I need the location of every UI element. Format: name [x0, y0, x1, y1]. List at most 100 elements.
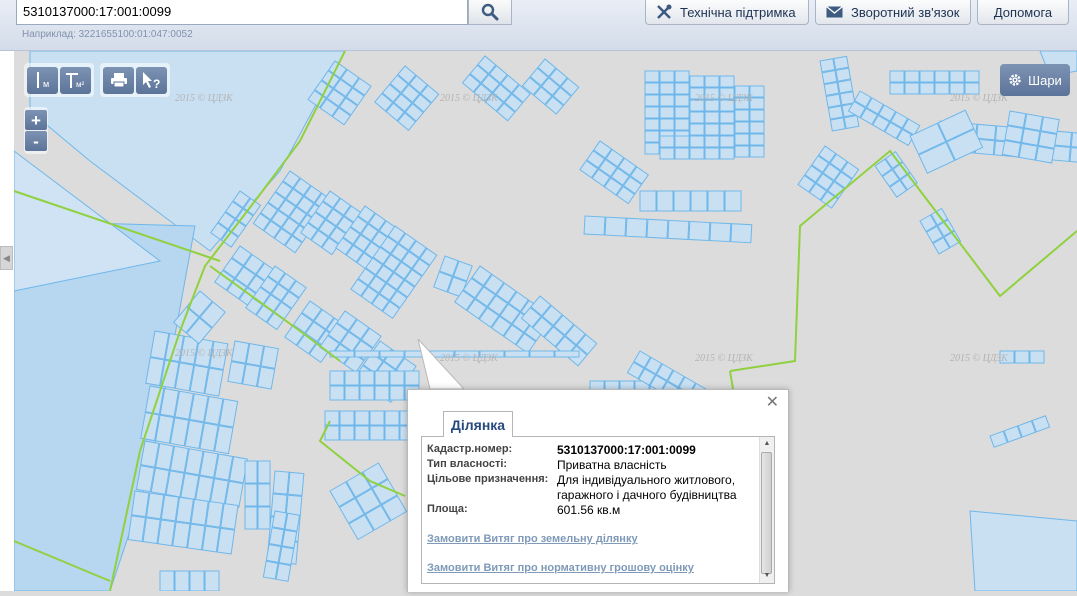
print-button[interactable]: [103, 66, 134, 94]
land-parcel[interactable]: [260, 345, 279, 369]
land-parcel[interactable]: [1035, 145, 1055, 164]
land-parcel[interactable]: [734, 145, 750, 158]
land-parcel[interactable]: [604, 216, 627, 237]
land-parcel[interactable]: [707, 190, 725, 212]
land-parcel[interactable]: [656, 190, 674, 212]
land-parcel[interactable]: [583, 215, 606, 236]
land-parcel[interactable]: [256, 366, 276, 390]
land-parcel[interactable]: [160, 494, 180, 522]
land-parcel[interactable]: [734, 109, 750, 122]
land-parcel[interactable]: [644, 82, 660, 95]
land-parcel[interactable]: [389, 385, 405, 401]
land-parcel[interactable]: [278, 546, 295, 566]
land-parcel[interactable]: [1006, 110, 1027, 129]
land-parcel[interactable]: [819, 58, 836, 73]
land-parcel[interactable]: [554, 350, 580, 358]
land-parcel[interactable]: [344, 385, 360, 401]
land-parcel[interactable]: [384, 410, 400, 426]
zoom-out-button[interactable]: -: [25, 131, 47, 151]
land-parcel[interactable]: [704, 135, 720, 148]
land-parcel[interactable]: [749, 121, 765, 134]
land-parcel[interactable]: [934, 82, 950, 95]
land-parcel[interactable]: [287, 471, 305, 496]
land-parcel[interactable]: [839, 91, 856, 106]
land-parcel[interactable]: [1069, 146, 1077, 164]
land-parcel[interactable]: [220, 502, 239, 530]
cadastre-search-input[interactable]: [17, 0, 469, 22]
land-parcel[interactable]: [1070, 132, 1077, 149]
land-parcel[interactable]: [889, 82, 905, 95]
land-parcel[interactable]: [157, 519, 176, 547]
land-parcel[interactable]: [142, 517, 161, 545]
land-parcel[interactable]: [529, 350, 555, 358]
land-parcel[interactable]: [172, 521, 191, 549]
land-parcel[interactable]: [919, 82, 935, 95]
land-parcel[interactable]: [674, 94, 690, 107]
land-parcel[interactable]: [689, 147, 705, 160]
land-parcel[interactable]: [690, 190, 708, 212]
land-parcel[interactable]: [749, 145, 765, 158]
land-parcel[interactable]: [674, 135, 690, 148]
land-parcel[interactable]: [369, 410, 385, 426]
land-parcel[interactable]: [674, 118, 690, 131]
land-parcel[interactable]: [704, 111, 720, 124]
scroll-thumb[interactable]: [761, 452, 772, 574]
land-parcel[interactable]: [159, 570, 175, 592]
land-parcel[interactable]: [843, 114, 860, 130]
land-parcel[interactable]: [329, 370, 345, 386]
land-parcel[interactable]: [1037, 131, 1058, 149]
land-parcel[interactable]: [749, 133, 765, 146]
land-parcel[interactable]: [644, 70, 660, 83]
tech-support-button[interactable]: Технічна підтримка: [645, 0, 809, 25]
land-parcel[interactable]: [257, 483, 271, 507]
tab-parcel[interactable]: Ділянка: [443, 411, 513, 437]
land-parcel[interactable]: [837, 79, 854, 94]
land-parcel[interactable]: [1018, 142, 1038, 161]
land-parcel[interactable]: [689, 75, 705, 88]
land-parcel[interactable]: [689, 135, 705, 148]
land-parcel[interactable]: [245, 343, 265, 367]
zoom-in-button[interactable]: +: [25, 110, 47, 130]
land-parcel[interactable]: [145, 492, 165, 520]
land-parcel[interactable]: [644, 106, 660, 119]
land-parcel[interactable]: [704, 75, 720, 88]
land-parcel[interactable]: [227, 361, 246, 385]
land-parcel[interactable]: [379, 350, 405, 358]
land-parcel[interactable]: [1023, 113, 1044, 132]
land-parcel[interactable]: [204, 570, 220, 592]
land-parcel[interactable]: [244, 460, 258, 484]
land-parcel[interactable]: [284, 512, 301, 532]
land-parcel[interactable]: [216, 527, 236, 555]
land-parcel[interactable]: [354, 410, 370, 426]
land-parcel[interactable]: [265, 543, 282, 563]
land-parcel[interactable]: [257, 506, 271, 530]
land-parcel[interactable]: [704, 123, 720, 136]
land-parcel[interactable]: [689, 123, 705, 136]
land-parcel[interactable]: [724, 190, 742, 212]
land-parcel[interactable]: [719, 111, 735, 124]
land-parcel[interactable]: [919, 70, 935, 83]
land-parcel[interactable]: [976, 123, 997, 141]
order-parcel-extract-link[interactable]: Замовити Витяг про земельну ділянку: [427, 533, 638, 545]
scroll-down-arrow[interactable]: ▼: [761, 570, 773, 582]
land-parcel[interactable]: [275, 562, 292, 582]
land-parcel[interactable]: [730, 223, 753, 244]
land-parcel[interactable]: [659, 94, 675, 107]
land-parcel[interactable]: [1001, 139, 1022, 158]
land-parcel[interactable]: [127, 515, 146, 543]
land-parcel[interactable]: [719, 123, 735, 136]
feedback-button[interactable]: Зворотний зв'язок: [815, 0, 971, 25]
land-parcel[interactable]: [674, 70, 690, 83]
land-parcel[interactable]: [674, 147, 690, 160]
land-parcel[interactable]: [244, 506, 258, 530]
measure-length-button[interactable]: м: [27, 66, 58, 94]
land-parcel[interactable]: [829, 117, 846, 132]
land-parcel[interactable]: [674, 106, 690, 119]
land-parcel[interactable]: [964, 70, 980, 83]
land-parcel[interactable]: [189, 570, 205, 592]
measure-area-button[interactable]: м²: [60, 66, 91, 94]
popup-scrollbar[interactable]: ▲ ▼: [759, 437, 774, 583]
land-parcel[interactable]: [339, 410, 355, 426]
land-parcel[interactable]: [659, 70, 675, 83]
land-parcel[interactable]: [709, 222, 732, 243]
